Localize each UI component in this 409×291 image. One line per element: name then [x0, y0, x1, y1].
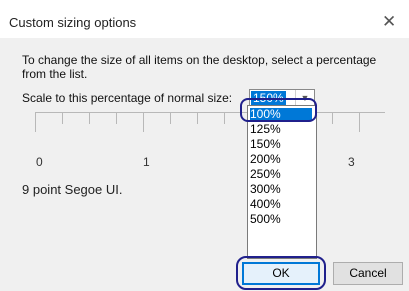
ruler-tick	[359, 112, 360, 132]
option-500[interactable]: 500%	[250, 213, 312, 226]
ruler-tick	[116, 112, 117, 124]
ruler-tick	[89, 112, 90, 124]
option-400[interactable]: 400%	[250, 198, 312, 211]
ruler-tick	[170, 112, 171, 124]
title-bar: Custom sizing options ✕	[0, 6, 409, 38]
dialog-body: To change the size of all items on the d…	[0, 38, 409, 291]
option-150[interactable]: 150%	[250, 138, 312, 151]
ruler-tick	[143, 112, 144, 132]
ruler-label-1: 1	[143, 155, 150, 169]
font-sample-text: 9 point Segoe UI.	[22, 182, 123, 197]
option-200[interactable]: 200%	[250, 153, 312, 166]
ruler	[35, 112, 385, 132]
ruler-tick	[62, 112, 63, 124]
dialog-title: Custom sizing options	[9, 15, 137, 30]
highlight-oval-option	[240, 98, 317, 122]
scale-dropdown-list[interactable]: 100% 125% 150% 200% 250% 300% 400% 500%	[247, 105, 317, 259]
close-icon[interactable]: ✕	[382, 13, 396, 30]
ruler-label-0: 0	[36, 155, 43, 169]
ruler-tick	[224, 112, 225, 124]
description-text: To change the size of all items on the d…	[22, 53, 377, 81]
scale-label: Scale to this percentage of normal size:	[22, 91, 233, 105]
ruler-tick	[197, 112, 198, 124]
cancel-button[interactable]: Cancel	[333, 262, 403, 285]
option-250[interactable]: 250%	[250, 168, 312, 181]
ruler-tick	[332, 112, 333, 124]
highlight-oval-ok	[236, 256, 326, 290]
option-125[interactable]: 125%	[250, 123, 312, 136]
ruler-tick	[35, 112, 36, 132]
ruler-label-3: 3	[348, 155, 355, 169]
option-300[interactable]: 300%	[250, 183, 312, 196]
